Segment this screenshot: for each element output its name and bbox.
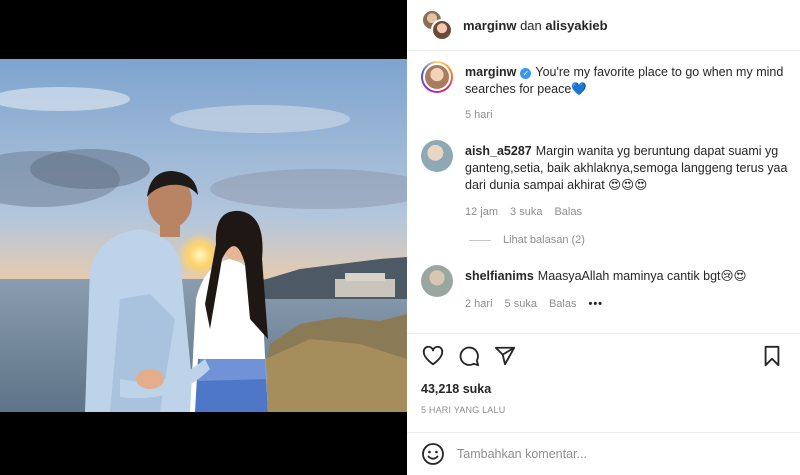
verified-badge-icon: ✓	[520, 68, 532, 79]
share-icon[interactable]	[493, 344, 517, 368]
more-options-icon[interactable]: •••	[588, 298, 603, 310]
authors-joiner: dan	[516, 17, 546, 33]
collab-avatars[interactable]	[421, 9, 453, 41]
comment-time[interactable]: 12 jam	[465, 206, 498, 218]
comment-username[interactable]: aish_a5287	[465, 144, 532, 158]
comment-username[interactable]: shelfianims	[465, 269, 534, 283]
comment-likes[interactable]: 3 suka	[510, 206, 542, 218]
avatar[interactable]	[421, 140, 453, 172]
post-header: marginw dan alisyakieb	[407, 0, 800, 51]
emoji-icon[interactable]	[421, 442, 445, 466]
bookmark-icon[interactable]	[760, 344, 784, 368]
post-sidebar: marginw dan alisyakieb marginw ✓ You're my…	[407, 0, 800, 475]
reply-button[interactable]: Balas	[554, 206, 582, 218]
comment-item: shelfianims MaasyaAllah maminya cantik bg…	[421, 265, 788, 310]
comment-item: aish_a5287 Margin wanita yg beruntung dap…	[421, 140, 788, 218]
post-photo[interactable]	[0, 59, 407, 412]
post-actions: 43,218 suka 5 HARI YANG LALU	[407, 333, 800, 433]
view-replies-button[interactable]: Lihat balasan (2)	[469, 234, 585, 246]
likes-count[interactable]: 43,218 suka	[421, 382, 786, 396]
avatar[interactable]	[431, 19, 453, 41]
caption-time[interactable]: 5 hari	[465, 109, 493, 121]
comment-input[interactable]: Tambahkan komentar...	[457, 447, 587, 461]
post-timestamp[interactable]: 5 HARI YANG LALU	[421, 405, 786, 415]
heart-icon[interactable]	[421, 344, 445, 368]
caption-username[interactable]: marginw	[465, 65, 516, 79]
reply-button[interactable]: Balas	[549, 298, 577, 310]
post-authors: marginw dan alisyakieb	[463, 18, 608, 33]
caption: marginw ✓ You're my favorite place to go w…	[421, 61, 788, 121]
author-username[interactable]: marginw	[463, 18, 516, 33]
comment-time[interactable]: 2 hari	[465, 298, 493, 310]
avatar[interactable]	[421, 265, 453, 297]
author-username[interactable]: alisyakieb	[545, 18, 607, 33]
comment-icon[interactable]	[457, 344, 481, 368]
comment-likes[interactable]: 5 suka	[505, 298, 537, 310]
photo-pane	[0, 0, 407, 475]
comment-composer: Tambahkan komentar...	[407, 432, 800, 475]
comments-list[interactable]: marginw ✓ You're my favorite place to go w…	[407, 52, 800, 332]
replies-divider	[469, 239, 491, 241]
action-bar	[421, 334, 786, 378]
comment-text: MaasyaAllah maminya cantik bgt😢😍	[537, 269, 747, 283]
view-replies-label: Lihat balasan (2)	[503, 234, 585, 246]
avatar[interactable]	[421, 61, 453, 93]
